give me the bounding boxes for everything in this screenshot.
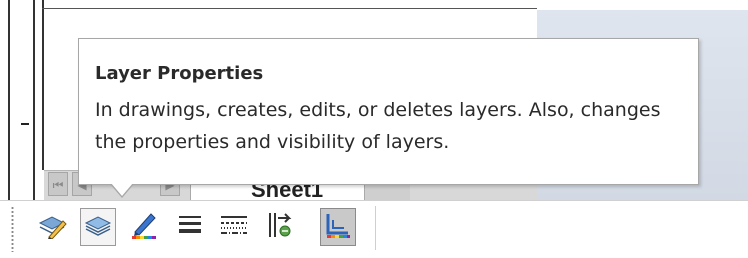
line-color-button[interactable] <box>126 208 162 246</box>
layer-pencil-icon <box>37 211 67 244</box>
tooltip-title: Layer Properties <box>95 63 264 84</box>
first-sheet-button[interactable]: ⏮ <box>48 172 68 196</box>
color-display-mode-button[interactable] <box>320 208 356 246</box>
tooltip-description: In drawings, creates, edits, or deletes … <box>95 99 661 153</box>
tooltip-pointer-fill <box>111 183 133 196</box>
frame-line <box>8 0 10 200</box>
drawing-mark <box>21 123 29 125</box>
color-display-mode-icon <box>324 211 352 244</box>
toolbar-separator <box>375 206 376 250</box>
frame-line <box>42 8 537 9</box>
toolbar-grip-handle[interactable] <box>11 206 14 252</box>
line-style-button[interactable] <box>216 208 252 246</box>
layer-pencil-button[interactable] <box>34 208 70 246</box>
first-sheet-icon: ⏮ <box>52 178 64 192</box>
frame-line <box>33 0 35 200</box>
line-style-icon <box>219 213 249 242</box>
layer-properties-button[interactable] <box>80 208 116 246</box>
line-thickness-button[interactable] <box>172 208 208 246</box>
frame-line <box>42 0 44 170</box>
hide-show-edges-icon <box>265 210 295 245</box>
line-thickness-icon <box>176 213 204 242</box>
layer-properties-icon <box>84 213 112 242</box>
line-color-icon <box>129 210 159 245</box>
tooltip: Layer Properties In drawings, creates, e… <box>78 38 699 185</box>
hide-show-edges-button[interactable] <box>262 208 298 246</box>
